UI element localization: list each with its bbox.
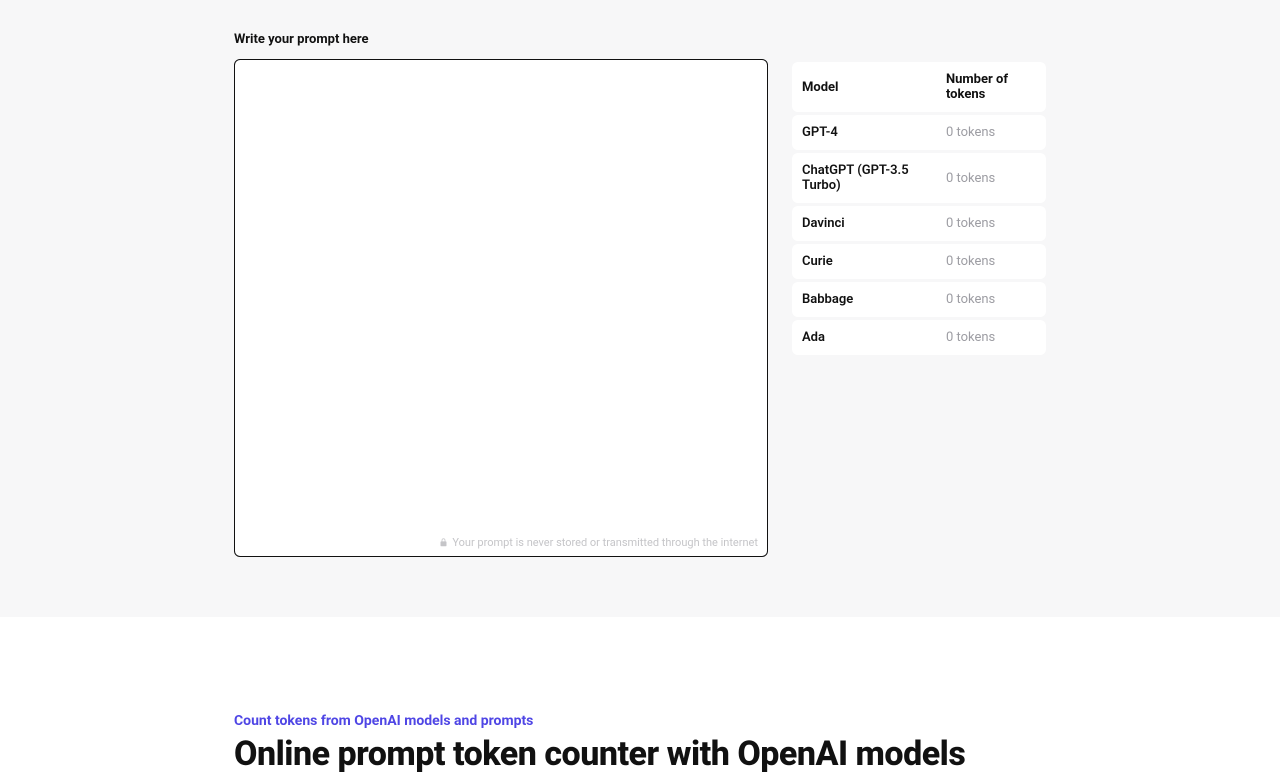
page-subtitle: Count tokens from OpenAI models and prom… xyxy=(234,713,1046,729)
page-title: Online prompt token counter with OpenAI … xyxy=(234,735,1046,774)
tokens-cell: 0 tokens xyxy=(936,115,1046,150)
textarea-wrap: Your prompt is never stored or transmitt… xyxy=(234,59,768,557)
col-tokens: Number of tokens xyxy=(936,62,1046,112)
table-row: Ada0 tokens xyxy=(792,320,1046,355)
token-table: Model Number of tokens GPT-40 tokensChat… xyxy=(792,59,1046,358)
prompt-label: Write your prompt here xyxy=(234,32,1046,47)
tokens-cell: 0 tokens xyxy=(936,153,1046,203)
model-cell: GPT-4 xyxy=(792,115,936,150)
table-row: Davinci0 tokens xyxy=(792,206,1046,241)
token-table-wrap: Model Number of tokens GPT-40 tokensChat… xyxy=(792,59,1046,358)
col-model: Model xyxy=(792,62,936,112)
model-cell: Ada xyxy=(792,320,936,355)
model-cell: Babbage xyxy=(792,282,936,317)
privacy-note: Your prompt is never stored or transmitt… xyxy=(439,536,758,549)
tokens-cell: 0 tokens xyxy=(936,206,1046,241)
model-cell: ChatGPT (GPT-3.5 Turbo) xyxy=(792,153,936,203)
table-row: Babbage0 tokens xyxy=(792,282,1046,317)
prompt-input[interactable] xyxy=(234,59,768,557)
table-header-row: Model Number of tokens xyxy=(792,62,1046,112)
tokens-cell: 0 tokens xyxy=(936,282,1046,317)
table-row: GPT-40 tokens xyxy=(792,115,1046,150)
lock-icon xyxy=(439,537,448,548)
privacy-note-text: Your prompt is never stored or transmitt… xyxy=(452,536,758,549)
main-row: Your prompt is never stored or transmitt… xyxy=(234,59,1046,557)
tokens-cell: 0 tokens xyxy=(936,320,1046,355)
table-row: ChatGPT (GPT-3.5 Turbo)0 tokens xyxy=(792,153,1046,203)
model-cell: Davinci xyxy=(792,206,936,241)
tokens-cell: 0 tokens xyxy=(936,244,1046,279)
table-row: Curie0 tokens xyxy=(792,244,1046,279)
model-cell: Curie xyxy=(792,244,936,279)
